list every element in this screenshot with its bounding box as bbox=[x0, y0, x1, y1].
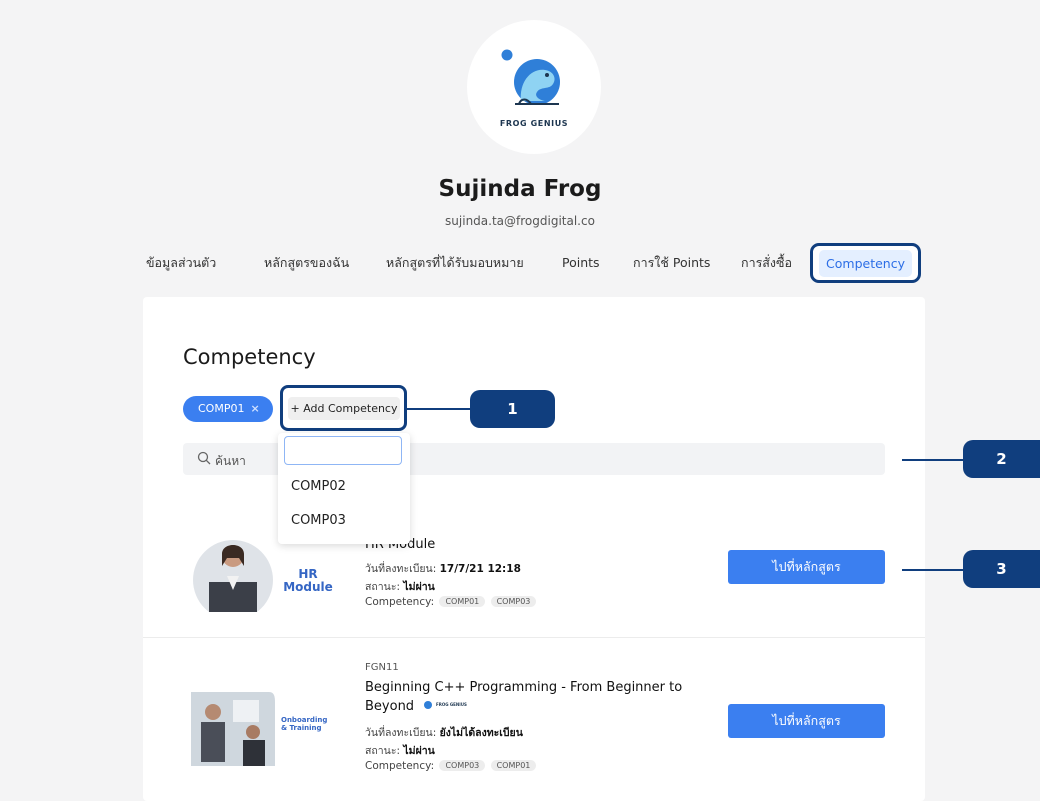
status-label: สถานะ: bbox=[365, 745, 401, 757]
callout-badge: 1 bbox=[470, 390, 555, 428]
competency-tag: COMP03 bbox=[490, 596, 537, 607]
registered-label: วันที่ลงทะเบียน: bbox=[365, 727, 437, 739]
add-competency-highlight: + Add Competency bbox=[280, 385, 407, 431]
thumbnail-label: Module bbox=[283, 580, 333, 594]
tab-personal-info[interactable]: ข้อมูลส่วนตัว bbox=[146, 249, 216, 279]
tab-points-usage[interactable]: การใช้ Points bbox=[633, 249, 710, 279]
add-competency-button[interactable]: + Add Competency bbox=[288, 397, 400, 420]
competency-title: Competency bbox=[183, 345, 316, 369]
course-title[interactable]: Beginning C++ Programming - From Beginne… bbox=[365, 678, 685, 716]
brand-logo: FROG GENIUS bbox=[467, 20, 601, 154]
course-code: FGN11 bbox=[365, 662, 399, 673]
status-label: สถานะ: bbox=[365, 581, 401, 593]
competency-tag: COMP01 bbox=[490, 760, 537, 771]
competency-tag: COMP01 bbox=[439, 596, 486, 607]
go-to-course-button[interactable]: ไปที่หลักสูตร bbox=[728, 704, 885, 738]
brand-name: FROG GENIUS bbox=[499, 119, 569, 128]
chip-label: COMP01 bbox=[198, 402, 245, 415]
callout-badge: 3 bbox=[963, 550, 1040, 588]
chip-remove-icon[interactable]: × bbox=[250, 402, 259, 415]
course-item: FROG GENIUS Onboarding & Training FGN11 … bbox=[143, 660, 925, 780]
registered-value: ยังไม่ได้ลงทะเบียน bbox=[439, 727, 523, 739]
search-placeholder: ค้นหา bbox=[215, 454, 246, 468]
frog-logo-icon bbox=[501, 49, 560, 105]
thumbnail-label: Onboarding bbox=[281, 716, 328, 724]
course-item: HR Module HR Module วันที่ลงทะเบียน: 17/… bbox=[143, 530, 925, 630]
divider bbox=[143, 637, 925, 638]
registered-label: วันที่ลงทะเบียน: bbox=[365, 563, 437, 575]
competency-label: Competency: bbox=[365, 760, 435, 772]
registered-value: 17/7/21 12:18 bbox=[439, 563, 521, 575]
profile-name: Sujinda Frog bbox=[438, 176, 602, 202]
dropdown-option[interactable]: COMP03 bbox=[291, 513, 346, 528]
callout-badge: 2 bbox=[963, 440, 1040, 478]
thumbnail-label: & Training bbox=[281, 724, 322, 732]
competency-chip: COMP01 × bbox=[183, 396, 273, 422]
profile-email: sujinda.ta@frogdigital.co bbox=[445, 214, 595, 228]
tab-competency-highlight: Competency bbox=[810, 243, 921, 283]
tab-points[interactable]: Points bbox=[562, 249, 600, 279]
status-value: ไม่ผ่าน bbox=[403, 581, 435, 593]
tab-assigned-courses[interactable]: หลักสูตรที่ได้รับมอบหมาย bbox=[386, 249, 524, 279]
tab-orders[interactable]: การสั่งซื้อ bbox=[741, 249, 792, 279]
dropdown-search-input[interactable] bbox=[284, 436, 402, 465]
competency-dropdown: COMP02 COMP03 bbox=[278, 433, 410, 544]
status-value: ไม่ผ่าน bbox=[403, 745, 435, 757]
competency-label: Competency: bbox=[365, 596, 435, 608]
dropdown-option[interactable]: COMP02 bbox=[291, 479, 346, 494]
course-title[interactable]: HR Module bbox=[365, 535, 685, 554]
tab-competency[interactable]: Competency bbox=[819, 250, 912, 277]
go-to-course-button[interactable]: ไปที่หลักสูตร bbox=[728, 550, 885, 584]
competency-tag: COMP03 bbox=[439, 760, 486, 771]
tab-my-courses[interactable]: หลักสูตรของฉัน bbox=[264, 249, 349, 279]
search-icon bbox=[197, 451, 211, 465]
